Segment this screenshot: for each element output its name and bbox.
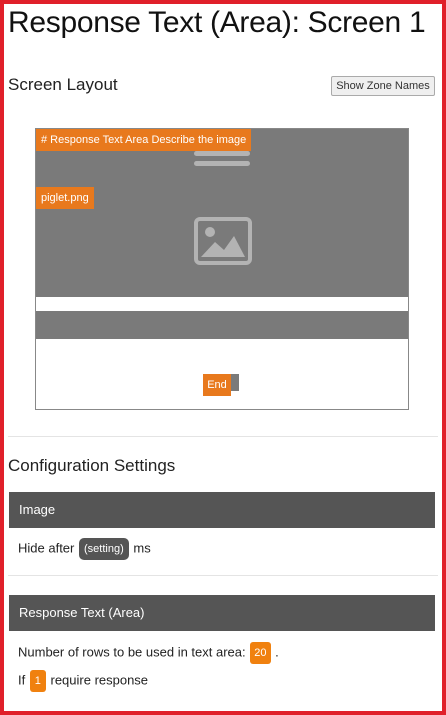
rows-suffix: . — [275, 644, 279, 660]
image-zone[interactable] — [36, 129, 408, 297]
end-zone-marker — [231, 374, 239, 391]
hide-after-unit: ms — [133, 540, 151, 556]
rows-setting-row: Number of rows to be used in text area: … — [18, 642, 279, 664]
rows-value[interactable]: 20 — [250, 642, 271, 664]
require-prefix: If — [18, 672, 26, 688]
hide-after-label: Hide after — [18, 540, 75, 556]
page-title: Response Text (Area): Screen 1 — [8, 6, 426, 39]
description-zone-tag[interactable]: # Response Text Area Describe the image — [36, 129, 252, 151]
section-divider — [8, 575, 438, 576]
end-zone-tag[interactable]: End — [203, 374, 231, 396]
require-response-row: If 1 require response — [18, 670, 148, 692]
screen-layout-canvas: # Response Text Area Describe the image … — [35, 128, 409, 410]
configuration-heading: Configuration Settings — [8, 456, 176, 475]
page-content: Response Text (Area): Screen 1 Screen La… — [4, 4, 442, 711]
response-text-zone[interactable] — [36, 311, 408, 339]
response-panel-header: Response Text (Area) — [9, 595, 435, 631]
image-zone-tag[interactable]: piglet.png — [36, 187, 94, 209]
rows-label: Number of rows to be used in text area: — [18, 644, 246, 660]
screen-layout-heading: Screen Layout — [8, 75, 118, 94]
image-panel-header: Image — [9, 492, 435, 528]
hide-after-setting-row: Hide after (setting) ms — [18, 538, 151, 560]
hide-after-value[interactable]: (setting) — [79, 538, 129, 560]
image-placeholder-icon — [194, 217, 252, 265]
show-zone-names-button[interactable]: Show Zone Names — [331, 76, 435, 96]
require-value[interactable]: 1 — [29, 670, 46, 692]
require-suffix: require response — [50, 672, 149, 688]
section-divider — [8, 436, 438, 437]
